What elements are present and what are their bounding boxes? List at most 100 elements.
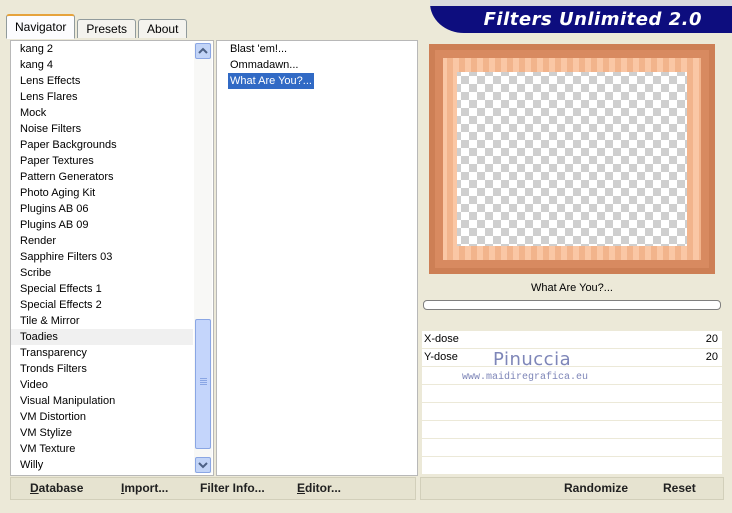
preview-panel: What Are You?... X-dose 20 Y-dose 20 xyxy=(420,40,724,475)
category-label: VM Stylize xyxy=(20,427,72,439)
category-item[interactable]: VM Texture xyxy=(11,441,193,457)
category-label: Video xyxy=(20,379,48,391)
category-label: Pattern Generators xyxy=(20,171,114,183)
category-item[interactable]: Willy xyxy=(11,457,193,473)
category-scrollbar[interactable] xyxy=(194,43,212,473)
tab-presets[interactable]: Presets xyxy=(77,19,137,38)
category-label: Mock xyxy=(20,107,47,119)
category-list-panel: kang 2 kang 4 Lens Effects Lens Flares Mock N… xyxy=(10,40,214,476)
database-key: D xyxy=(30,481,39,495)
preview-image xyxy=(429,44,715,274)
category-label: VM Distortion xyxy=(20,411,87,423)
category-item[interactable]: VM Distortion xyxy=(11,409,193,425)
category-label: Lens Effects xyxy=(20,75,81,87)
category-label: Paper Backgrounds xyxy=(20,139,117,151)
category-item[interactable]: Video xyxy=(11,377,193,393)
randomize-button[interactable]: Randomize xyxy=(564,481,628,495)
category-label: Tile & Mirror xyxy=(20,315,80,327)
title-banner: Filters Unlimited 2.0 xyxy=(430,0,732,33)
category-item[interactable]: Visual Manipulation xyxy=(11,393,193,409)
watermark-name: Pinuccia xyxy=(493,349,572,370)
tab-navigator[interactable]: Navigator xyxy=(6,14,76,39)
editor-label: ditor... xyxy=(305,481,342,495)
category-label: Plugins AB 09 xyxy=(20,219,89,231)
category-item[interactable]: Pattern Generators xyxy=(11,169,193,185)
chevron-up-icon xyxy=(198,47,208,54)
grip-icon xyxy=(200,378,207,386)
category-item[interactable]: kang 4 xyxy=(11,57,193,73)
scroll-thumb[interactable] xyxy=(195,319,211,449)
category-item[interactable]: Special Effects 2 xyxy=(11,297,193,313)
category-label: Willy xyxy=(20,459,44,471)
filter-label: What Are You?... xyxy=(228,73,314,89)
category-label: Special Effects 2 xyxy=(20,299,102,311)
tab-strip: Navigator Presets About xyxy=(6,14,189,39)
category-label: Special Effects 1 xyxy=(20,283,102,295)
category-item[interactable]: Paper Backgrounds xyxy=(11,137,193,153)
category-item[interactable]: Photo Aging Kit xyxy=(11,185,193,201)
category-label: Visual Manipulation xyxy=(20,395,116,407)
category-item[interactable]: Transparency xyxy=(11,345,193,361)
param-row-empty xyxy=(422,403,722,421)
category-label: Scribe xyxy=(20,267,52,279)
import-label: mport... xyxy=(124,481,169,495)
category-label: Plugins AB 06 xyxy=(20,203,89,215)
category-item[interactable]: Special Effects 1 xyxy=(11,281,193,297)
param-name: Y-dose xyxy=(424,351,458,363)
preview-frame xyxy=(429,44,715,274)
param-name: X-dose xyxy=(424,333,459,345)
category-label: Photo Aging Kit xyxy=(20,187,96,199)
database-button[interactable]: Database xyxy=(30,481,83,495)
scroll-down-button[interactable] xyxy=(195,457,211,473)
category-item[interactable]: Scribe xyxy=(11,265,193,281)
category-item[interactable]: kang 2 xyxy=(11,41,193,57)
filter-item[interactable]: Ommadawn... xyxy=(217,57,417,73)
scroll-up-button[interactable] xyxy=(195,43,211,59)
filter-item[interactable]: Blast 'em!... xyxy=(217,41,417,57)
editor-key: E xyxy=(297,481,306,495)
category-item[interactable]: Noise Filters xyxy=(11,121,193,137)
title-strip xyxy=(430,0,732,6)
parameter-list: X-dose 20 Y-dose 20 xyxy=(422,331,722,475)
param-row-empty xyxy=(422,421,722,439)
category-item[interactable]: Sapphire Filters 03 xyxy=(11,249,193,265)
progress-bar xyxy=(423,300,721,310)
category-label: Render xyxy=(20,235,57,247)
param-value[interactable]: 20 xyxy=(706,333,718,345)
filter-item[interactable]: What Are You?... xyxy=(217,73,417,89)
filter-info-label: Filter Info... xyxy=(200,481,265,495)
filter-info-button[interactable]: Filter Info... xyxy=(200,481,265,495)
param-row[interactable]: Y-dose 20 xyxy=(422,349,722,367)
editor-button[interactable]: Editor... xyxy=(297,481,341,495)
category-item[interactable]: Plugins AB 09 xyxy=(11,217,193,233)
tab-navigator-label: Navigator xyxy=(15,20,67,34)
chevron-down-icon xyxy=(198,462,208,469)
tab-presets-label: Presets xyxy=(86,22,128,36)
category-item[interactable]: Tronds Filters xyxy=(11,361,193,377)
category-item[interactable]: Lens Effects xyxy=(11,73,193,89)
category-item[interactable]: Render xyxy=(11,233,193,249)
category-item[interactable]: Paper Textures xyxy=(11,153,193,169)
category-item[interactable]: VM Stylize xyxy=(11,425,193,441)
category-label: Noise Filters xyxy=(20,123,82,135)
reset-button[interactable]: Reset xyxy=(663,481,696,495)
category-item[interactable]: Lens Flares xyxy=(11,89,193,105)
current-filter-name: What Are You?... xyxy=(531,282,613,294)
param-row[interactable]: X-dose 20 xyxy=(422,331,722,349)
filter-list[interactable]: Blast 'em!... Ommadawn... What Are You?... xyxy=(217,41,417,89)
category-label: Paper Textures xyxy=(20,155,94,167)
category-label: kang 2 xyxy=(20,43,54,55)
param-value[interactable]: 20 xyxy=(706,351,718,363)
filter-list-panel: Blast 'em!... Ommadawn... What Are You?... xyxy=(216,40,418,476)
category-label: Lens Flares xyxy=(20,91,78,103)
category-label: Sapphire Filters 03 xyxy=(20,251,113,263)
category-list[interactable]: kang 2 kang 4 Lens Effects Lens Flares Mock N… xyxy=(11,41,193,473)
category-item[interactable]: Plugins AB 06 xyxy=(11,201,193,217)
tab-about-label: About xyxy=(147,22,179,36)
bottom-toolbar-left: Database Import... Filter Info... Editor… xyxy=(10,477,416,500)
category-item[interactable]: Tile & Mirror xyxy=(11,313,193,329)
category-item[interactable]: Toadies xyxy=(11,329,193,345)
category-item[interactable]: Mock xyxy=(11,105,193,121)
tab-about[interactable]: About xyxy=(138,19,188,38)
import-button[interactable]: Import... xyxy=(121,481,168,495)
